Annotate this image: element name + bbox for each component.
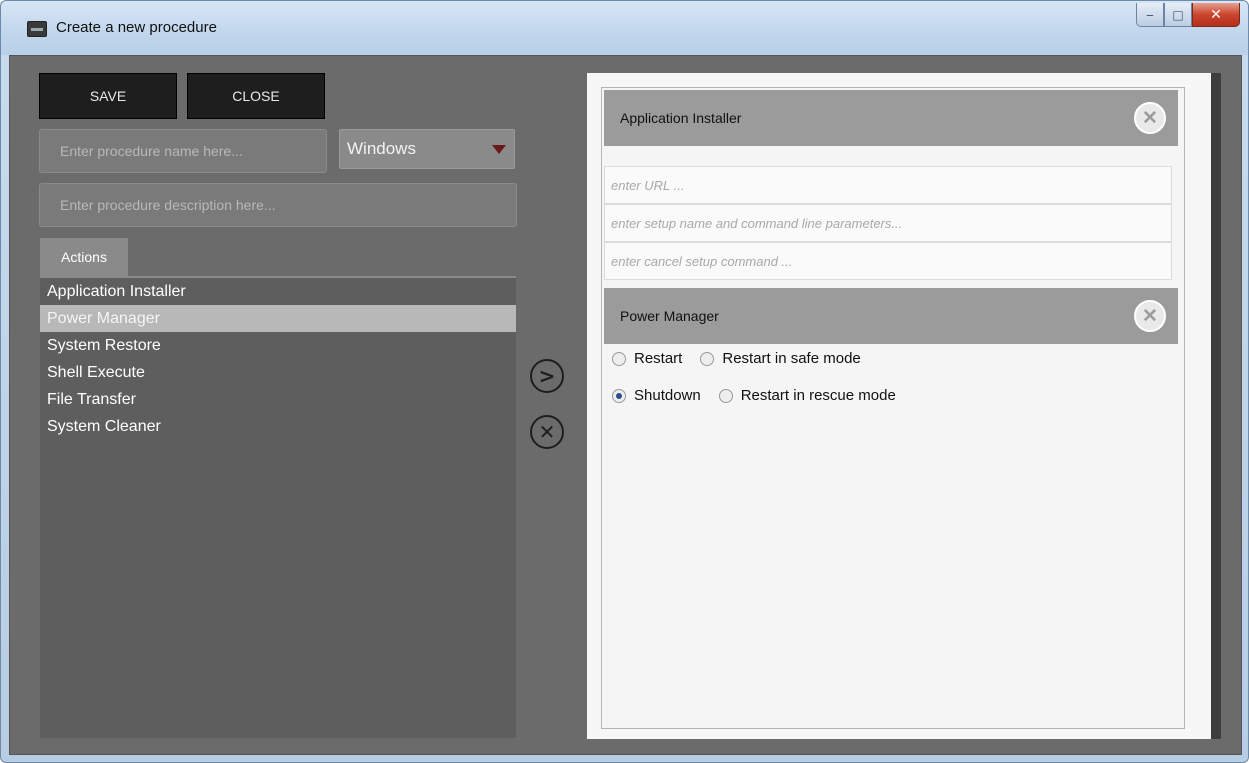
list-item-shell-execute[interactable]: Shell Execute (40, 359, 516, 386)
radio-restart-rescue[interactable]: Restart in rescue mode (718, 387, 896, 404)
minimize-button[interactable]: ‒ (1136, 3, 1164, 27)
power-manager-header: Power Manager ✕ (604, 288, 1178, 344)
radio-shutdown[interactable]: Shutdown (612, 387, 701, 404)
window: Create a new procedure ‒ □ ✕ SAVE CLOSE … (0, 0, 1249, 763)
os-select[interactable]: Windows (339, 129, 515, 169)
setup-command-input[interactable]: enter setup name and command line parame… (604, 204, 1172, 242)
dropdown-arrow-icon (492, 145, 506, 154)
radio-button-checked[interactable] (612, 388, 626, 403)
radio-shutdown-label: Shutdown (634, 387, 701, 404)
cancel-setup-input[interactable]: enter cancel setup command ... (604, 242, 1172, 280)
power-manager-title: Power Manager (620, 308, 719, 324)
list-item-system-cleaner[interactable]: System Cleaner (40, 413, 516, 440)
tab-actions[interactable]: Actions (40, 238, 128, 276)
url-input[interactable]: enter URL ... (604, 166, 1172, 204)
radio-restart[interactable]: Restart (612, 350, 682, 367)
application-installer-title: Application Installer (620, 110, 742, 126)
list-item-file-transfer[interactable]: File Transfer (40, 386, 516, 413)
power-options-row-1: Restart Restart in safe mode (612, 350, 879, 367)
os-select-value: Windows (347, 139, 416, 158)
client-area: SAVE CLOSE Enter procedure name here... … (9, 55, 1242, 755)
list-item-power-manager[interactable]: Power Manager (40, 305, 516, 332)
radio-restart-safe[interactable]: Restart in safe mode (700, 350, 861, 367)
radio-button[interactable] (612, 351, 626, 366)
actions-list: Application Installer Power Manager Syst… (40, 276, 516, 738)
radio-restart-safe-label: Restart in safe mode (722, 350, 861, 367)
close-button[interactable]: CLOSE (187, 73, 325, 119)
procedure-panel: Application Installer ✕ enter URL ... en… (587, 73, 1221, 739)
radio-button[interactable] (718, 388, 733, 403)
remove-power-manager-icon[interactable]: ✕ (1134, 300, 1166, 332)
radio-restart-rescue-label: Restart in rescue mode (740, 387, 896, 404)
save-button[interactable]: SAVE (39, 73, 177, 119)
window-title: Create a new procedure (56, 19, 217, 36)
application-installer-header: Application Installer ✕ (604, 90, 1178, 146)
remove-application-installer-icon[interactable]: ✕ (1134, 102, 1166, 134)
radio-button[interactable] (700, 351, 715, 366)
procedure-name-input[interactable]: Enter procedure name here... (39, 129, 327, 173)
caption-buttons: ‒ □ ✕ (1136, 3, 1240, 27)
list-item-application-installer[interactable]: Application Installer (40, 278, 516, 305)
app-icon (27, 21, 47, 37)
procedure-description-input[interactable]: Enter procedure description here... (39, 183, 517, 227)
maximize-button[interactable]: □ (1164, 3, 1192, 27)
title-bar[interactable]: Create a new procedure ‒ □ ✕ (1, 1, 1248, 55)
list-item-system-restore[interactable]: System Restore (40, 332, 516, 359)
add-action-button[interactable]: > (530, 359, 564, 393)
power-options-row-2: Shutdown Restart in rescue mode (612, 387, 914, 404)
radio-restart-label: Restart (634, 350, 683, 367)
window-close-button[interactable]: ✕ (1192, 3, 1240, 27)
remove-action-button[interactable]: ✕ (530, 415, 564, 449)
procedure-steps: Application Installer ✕ enter URL ... en… (601, 87, 1185, 729)
